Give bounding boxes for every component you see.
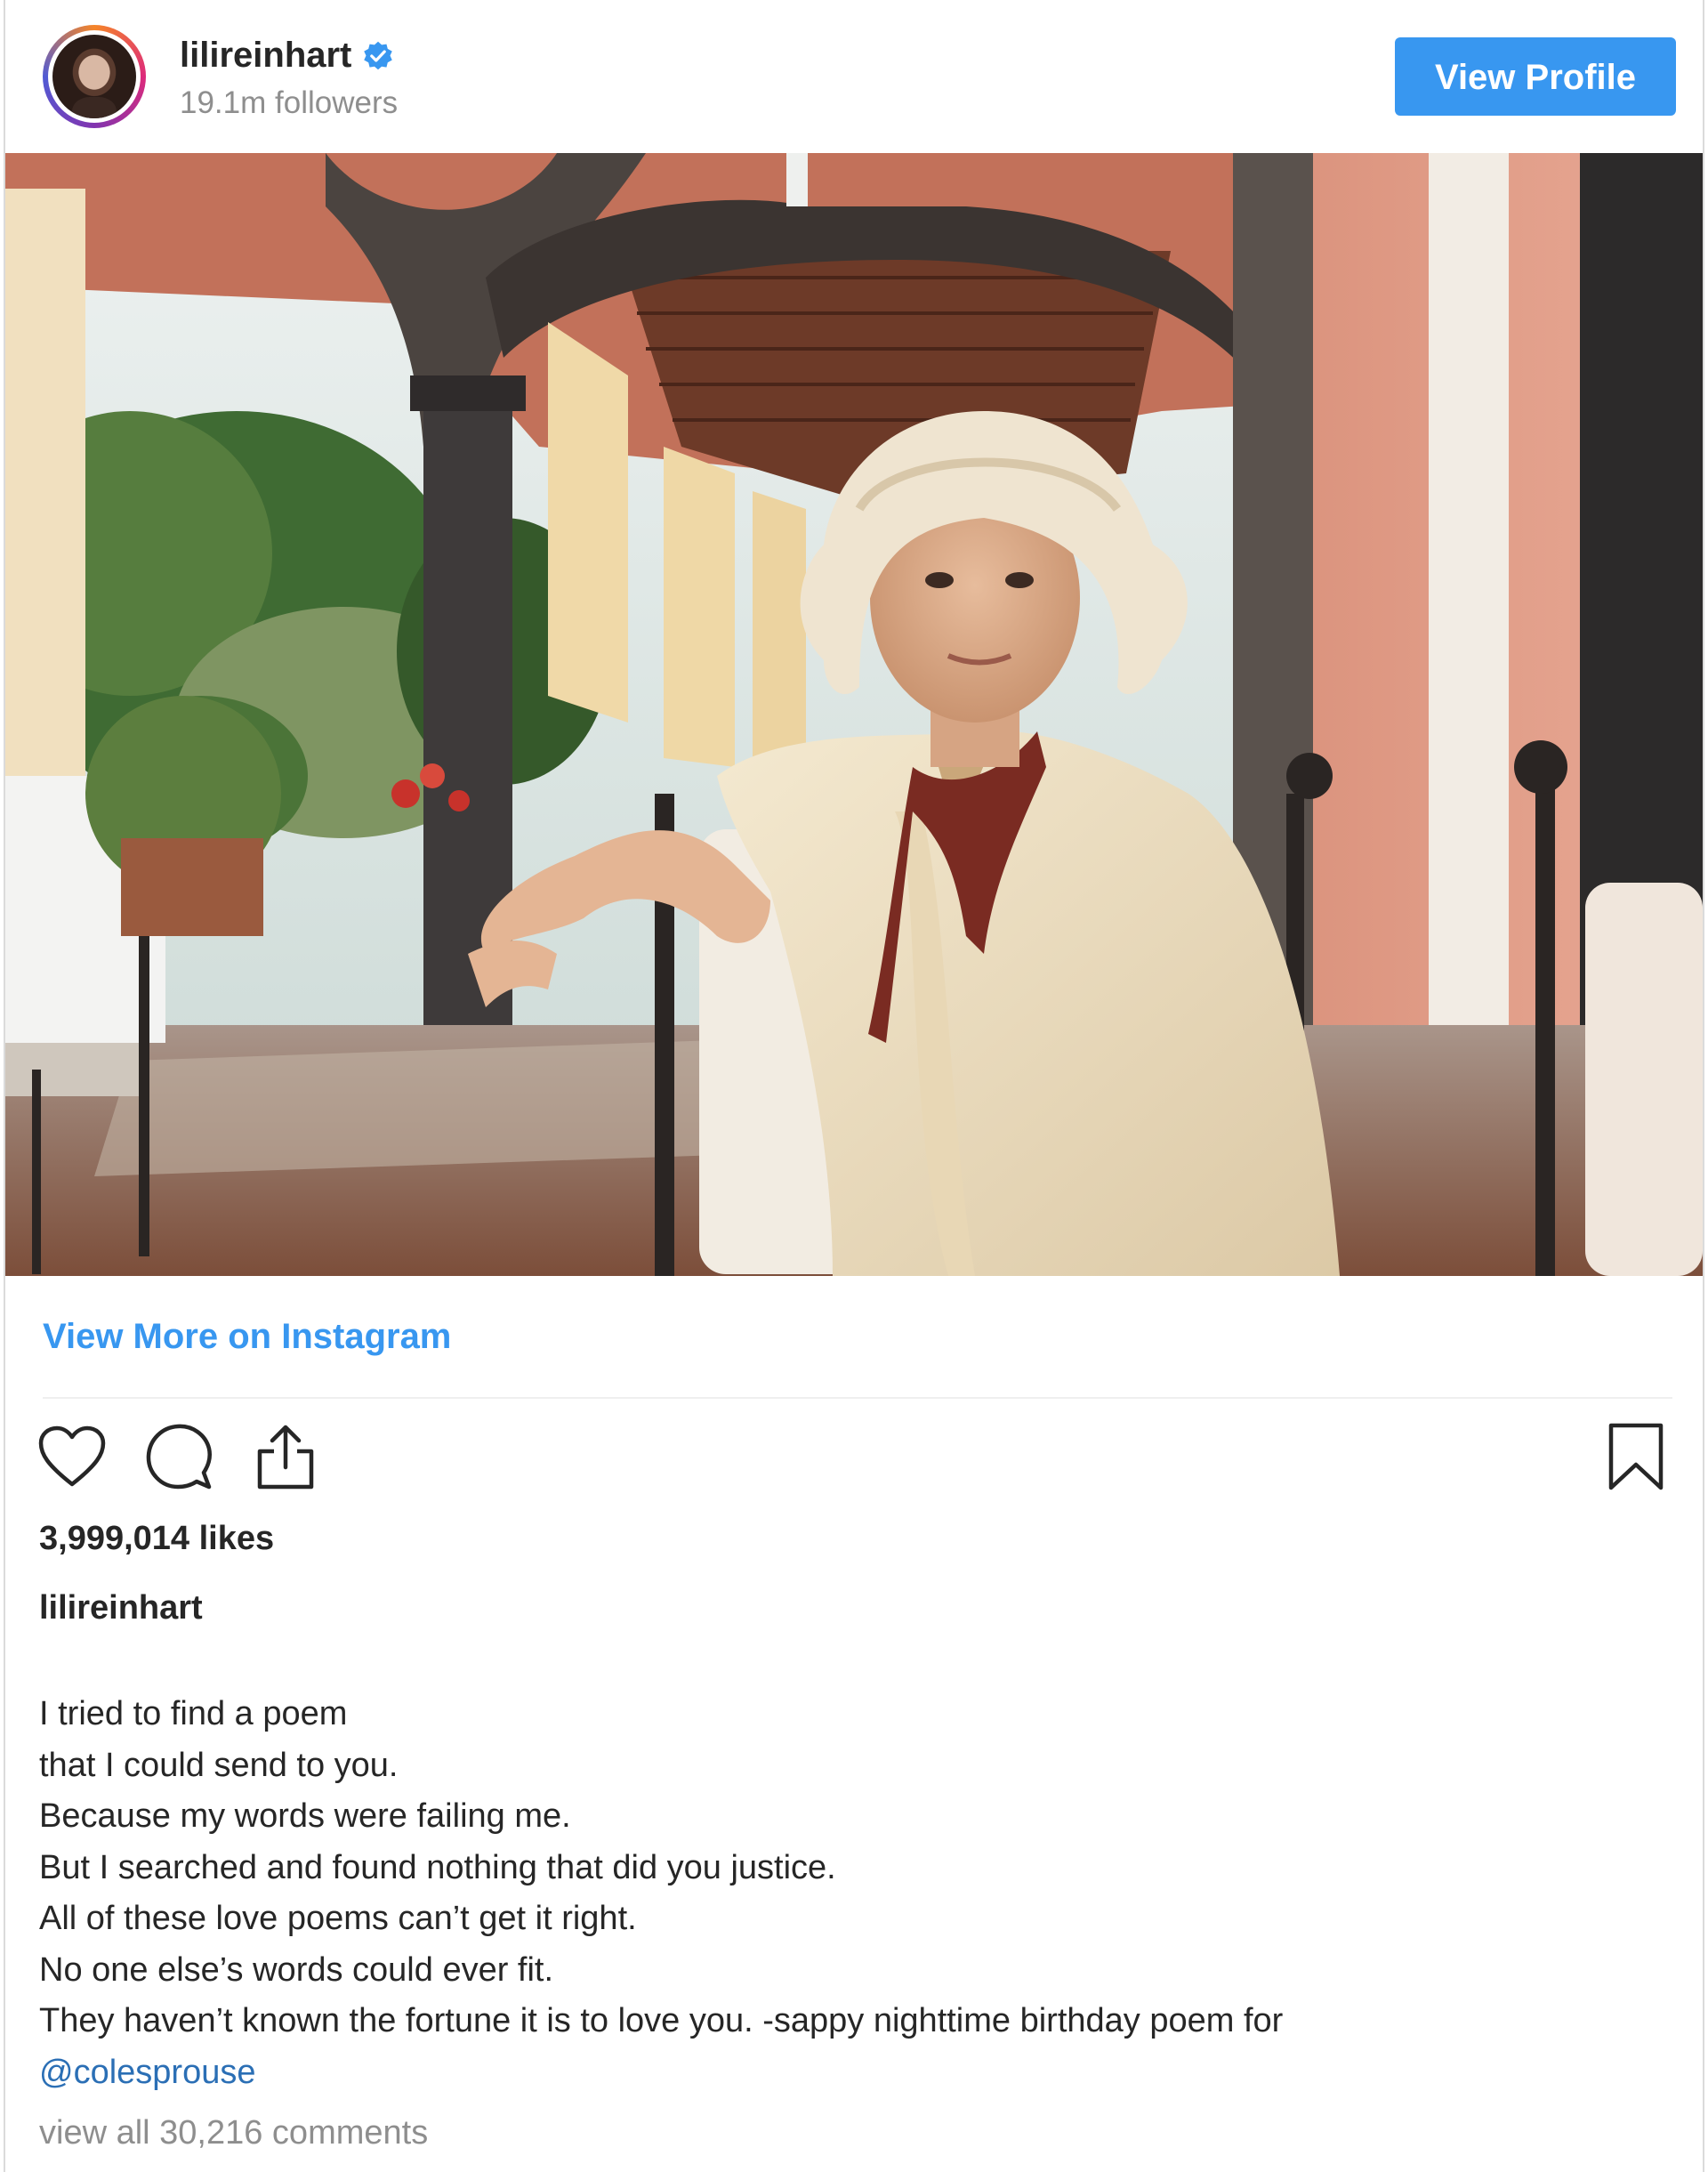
divider (43, 1397, 1672, 1399)
share-icon (257, 1425, 314, 1490)
instagram-embed-card: lilireinhart 19.1m followers View Profil… (4, 0, 1704, 2172)
caption-line: No one else’s words could ever fit. (39, 1950, 554, 1989)
comment-bubble-icon (146, 1424, 212, 1490)
post-photo-illustration (5, 153, 1703, 1276)
username[interactable]: lilireinhart (180, 36, 351, 76)
view-more-on-instagram-link[interactable]: View More on Instagram (43, 1317, 451, 1357)
username-row: lilireinhart (180, 36, 394, 76)
like-count[interactable]: 3,999,014 likes (39, 1520, 274, 1558)
caption-line: that I could send to you. (39, 1746, 399, 1784)
caption-line: I tried to find a poem (39, 1695, 348, 1732)
caption-line: Because my words were failing me. (39, 1797, 571, 1835)
caption-line: All of these love poems can’t get it rig… (39, 1900, 637, 1937)
avatar-border (48, 30, 141, 123)
view-profile-button[interactable]: View Profile (1395, 37, 1676, 116)
avatar[interactable] (43, 25, 146, 128)
action-bar (36, 1420, 322, 1493)
post-caption: I tried to find a poem that I could send… (39, 1689, 1283, 2098)
mention-link[interactable]: @colesprouse (39, 2047, 1283, 2099)
bookmark-icon (1608, 1423, 1664, 1490)
post-header: lilireinhart 19.1m followers View Profil… (5, 0, 1703, 151)
like-button[interactable] (36, 1420, 109, 1493)
caption-line: But I searched and found nothing that di… (39, 1848, 836, 1886)
comment-button[interactable] (142, 1420, 215, 1493)
share-button[interactable] (249, 1420, 322, 1493)
caption-line: They haven’t known the fortune it is to … (39, 2002, 1284, 2039)
verified-badge-icon (364, 41, 393, 69)
heart-icon (38, 1425, 106, 1487)
view-comments-link[interactable]: view all 30,216 comments (39, 2114, 428, 2152)
save-button[interactable] (1599, 1420, 1672, 1493)
avatar-image (52, 35, 136, 118)
follower-count: 19.1m followers (180, 85, 399, 120)
post-photo[interactable] (5, 153, 1703, 1276)
caption-author[interactable]: lilireinhart (39, 1589, 203, 1627)
